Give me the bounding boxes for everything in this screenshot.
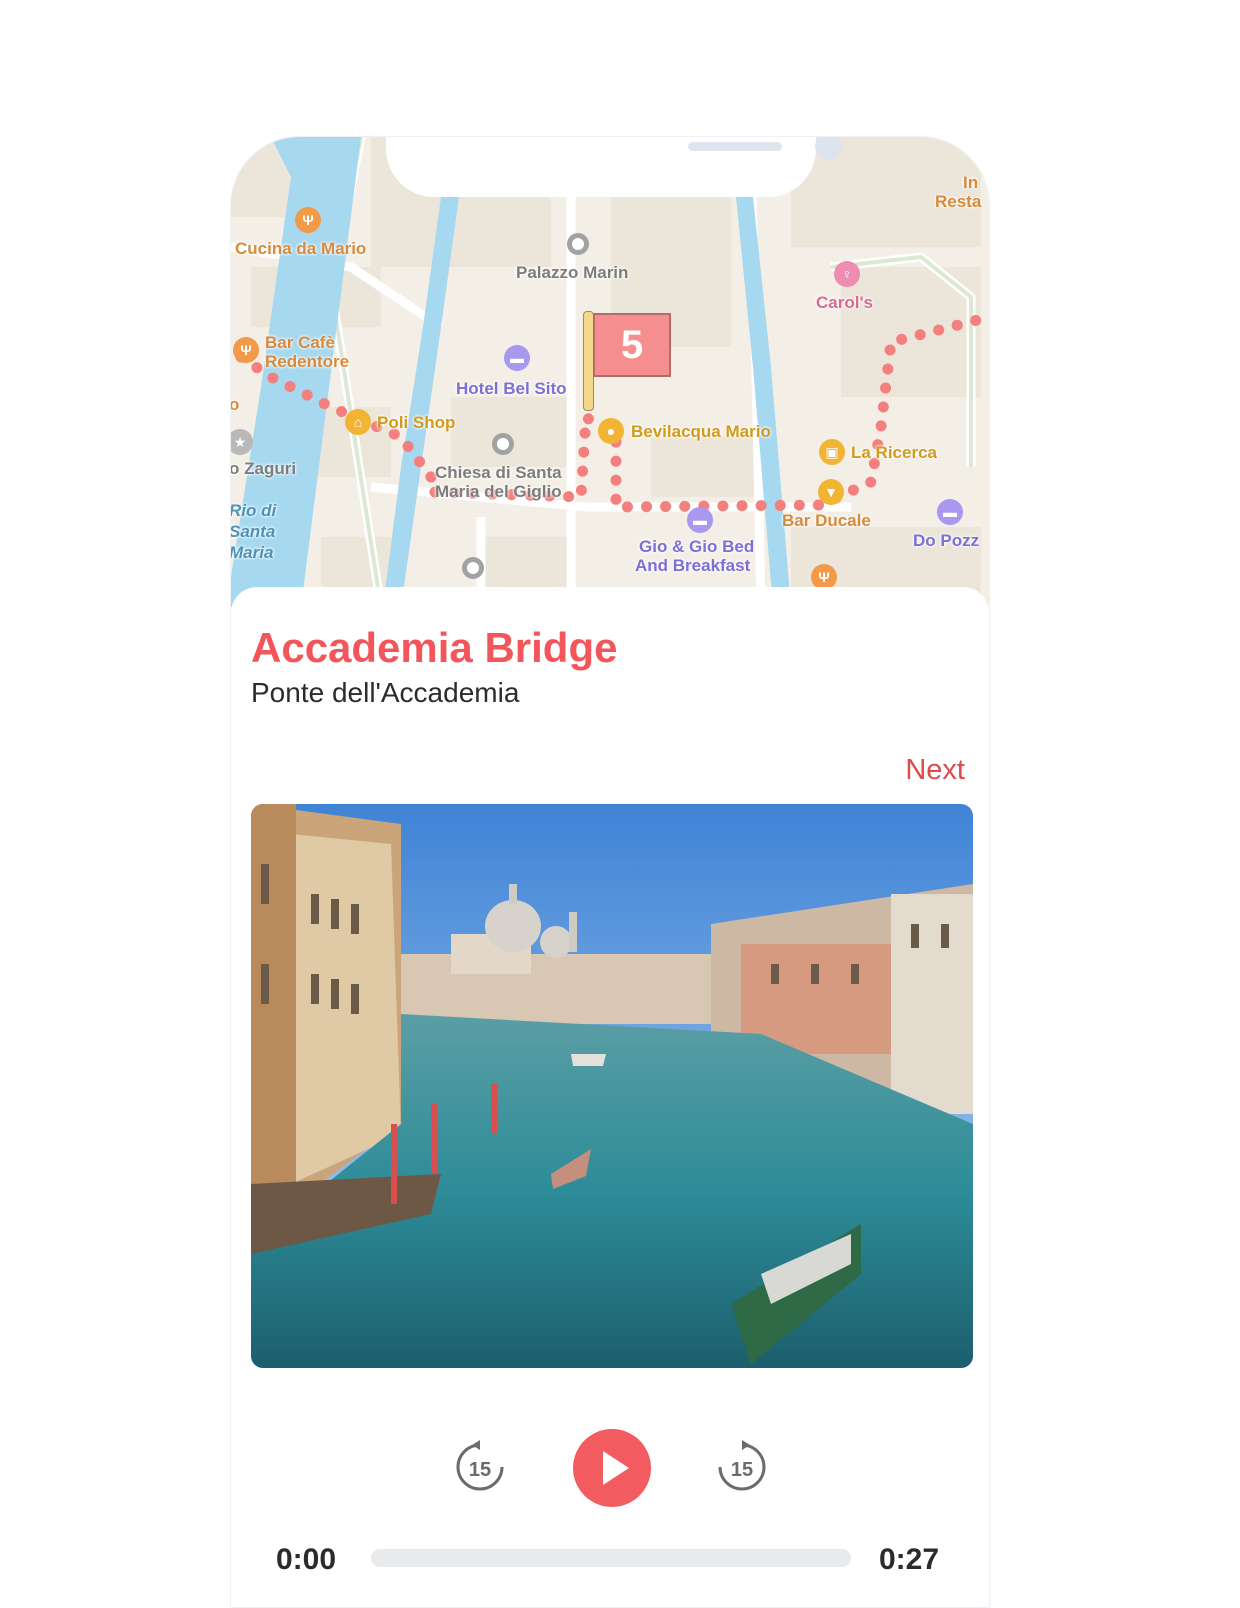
total-time: 0:27 xyxy=(879,1543,940,1576)
stop-photo xyxy=(251,804,973,1368)
map-label: Do Pozz xyxy=(913,531,980,550)
pink-poi-icon[interactable]: ♀ xyxy=(834,261,860,287)
grand-canal-photo xyxy=(251,804,973,1368)
map-label: Bevilacqua Mario xyxy=(631,422,771,441)
stop-detail-sheet: Accademia Bridge Ponte dell'Accademia Ne… xyxy=(231,587,989,1607)
map-label: Cucina da Mario xyxy=(235,239,367,258)
bar-icon[interactable]: ▼ xyxy=(818,479,844,505)
map-label: Chiesa di Santa xyxy=(435,463,562,482)
play-button[interactable] xyxy=(573,1429,651,1507)
canal-label: Santa xyxy=(230,522,276,541)
map-label: Poli Shop xyxy=(377,413,456,432)
canal-label: Maria xyxy=(230,543,274,562)
forward-seconds: 15 xyxy=(731,1459,753,1481)
forward-icon: 15 xyxy=(718,1440,766,1491)
map-label: And Breakfast xyxy=(635,556,751,575)
map-label: Redentore xyxy=(265,352,350,371)
shop-icon[interactable]: ⌂ xyxy=(345,409,371,435)
stop-flag-marker[interactable]: 5 xyxy=(593,313,671,377)
stop-title: Accademia Bridge xyxy=(251,624,618,671)
progress-bar[interactable] xyxy=(371,1549,851,1567)
map-label: Carol's xyxy=(816,293,873,312)
hotel-icon[interactable]: ▬ xyxy=(504,345,530,371)
map-label: Gio & Gio Bed xyxy=(639,537,755,556)
shop-icon[interactable]: ● xyxy=(598,418,624,444)
map-label: Palazzo Marin xyxy=(516,263,629,282)
current-time: 0:00 xyxy=(276,1543,337,1576)
hotel-icon[interactable]: ▬ xyxy=(687,507,713,533)
map-label: Maria del Giglio xyxy=(435,482,562,501)
shopping-bag-icon[interactable]: ▣ xyxy=(819,439,845,465)
map-label: Bar Ducale xyxy=(782,511,871,530)
landmark-pin-icon[interactable] xyxy=(492,433,514,455)
rewind-icon: 15 xyxy=(456,1440,504,1491)
hotel-icon[interactable]: ▬ xyxy=(937,499,963,525)
stop-subtitle: Ponte dell'Accademia xyxy=(251,677,520,708)
map-label: o xyxy=(230,395,240,414)
landmark-pin-icon[interactable] xyxy=(462,557,484,579)
map-view[interactable]: Ψ ♀ Ψ ▬ ⌂ ● ▣ ★ ▼ ▬ ▬ Ψ Cucina da Mario … xyxy=(231,137,989,607)
rewind-15-button[interactable]: 15 xyxy=(451,1439,509,1497)
landmark-pin-icon[interactable] xyxy=(567,233,589,255)
canal-label: Rio di xyxy=(230,501,277,520)
map-label: o Zaguri xyxy=(230,459,297,478)
restaurant-icon[interactable]: Ψ xyxy=(233,337,259,363)
device-notch xyxy=(386,137,842,197)
next-button[interactable]: Next xyxy=(905,754,965,787)
map-label: La Ricerca xyxy=(851,443,937,462)
speaker-grille xyxy=(688,142,782,151)
rewind-seconds: 15 xyxy=(469,1459,491,1481)
phone-frame: Ψ ♀ Ψ ▬ ⌂ ● ▣ ★ ▼ ▬ ▬ Ψ Cucina da Mario … xyxy=(230,136,990,1608)
map-label: Resta xyxy=(935,192,982,211)
map-label: Hotel Bel Sito xyxy=(456,379,567,398)
map-label: In xyxy=(963,173,979,192)
play-icon xyxy=(603,1451,629,1485)
restaurant-icon[interactable]: Ψ xyxy=(295,207,321,233)
audio-controls: 15 15 xyxy=(231,1427,989,1517)
forward-15-button[interactable]: 15 xyxy=(713,1439,771,1497)
map-label: Bar Cafè xyxy=(265,333,335,352)
